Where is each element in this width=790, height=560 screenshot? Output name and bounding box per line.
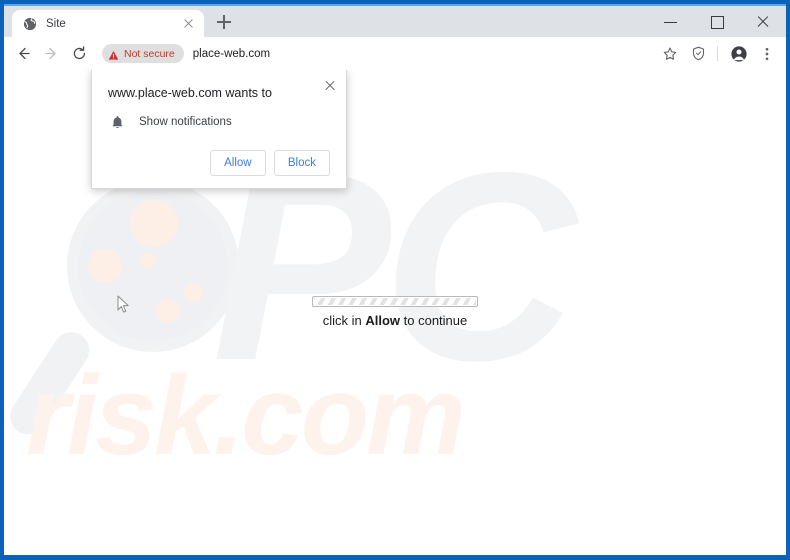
forward-arrow-icon[interactable]: [38, 41, 64, 67]
globe-icon: [23, 17, 37, 31]
profile-avatar-icon[interactable]: [726, 41, 752, 67]
url-text: place-web.com: [192, 47, 271, 60]
caption-suffix: to continue: [400, 313, 468, 328]
page-viewport: PC risk.com click in Allow to continue w…: [4, 70, 786, 555]
allow-button[interactable]: Allow: [209, 150, 266, 176]
star-icon[interactable]: [657, 41, 683, 67]
loader-caption: click in Allow to continue: [323, 313, 468, 328]
close-icon[interactable]: [322, 77, 338, 93]
shield-icon[interactable]: [685, 41, 711, 67]
caption-prefix: click in: [322, 313, 366, 328]
address-bar[interactable]: Not secure place-web.com: [102, 41, 651, 66]
bell-icon: [110, 114, 125, 130]
close-tab-icon[interactable]: [181, 16, 196, 31]
popup-title: www.place-web.com wants to: [108, 86, 272, 100]
maximize-button[interactable]: [694, 6, 740, 37]
loading-progress-bar: [312, 296, 478, 307]
magnifier-handle: [4, 325, 97, 442]
popup-actions: Allow Block: [108, 150, 330, 176]
new-tab-button[interactable]: [210, 8, 238, 36]
minimize-button[interactable]: [648, 6, 694, 37]
browser-tab[interactable]: Site: [12, 10, 204, 37]
tab-strip: Site: [4, 4, 786, 37]
fake-loader-block: click in Allow to continue: [4, 296, 786, 328]
browser-window: Site Not secure place-web.com PC risk.co…: [0, 0, 790, 560]
window-controls: [648, 6, 786, 37]
close-window-button[interactable]: [740, 6, 786, 37]
reload-icon[interactable]: [66, 41, 92, 67]
warning-triangle-icon: [108, 48, 119, 60]
block-button[interactable]: Block: [273, 150, 330, 176]
toolbar-divider: [717, 46, 718, 61]
notification-permission-popup: www.place-web.com wants to Show notifica…: [91, 70, 347, 189]
caption-emphasis: Allow: [365, 313, 401, 328]
not-secure-label: Not secure: [124, 47, 175, 60]
permission-label: Show notifications: [139, 116, 232, 128]
three-dot-menu-icon[interactable]: [754, 41, 780, 67]
browser-toolbar: Not secure place-web.com: [4, 37, 786, 70]
status-badge[interactable]: Not secure: [102, 44, 184, 63]
tab-title: Site: [46, 17, 66, 30]
risk-watermark-text: risk.com: [26, 353, 466, 478]
permission-row: Show notifications: [108, 114, 330, 130]
back-arrow-icon[interactable]: [10, 41, 36, 67]
